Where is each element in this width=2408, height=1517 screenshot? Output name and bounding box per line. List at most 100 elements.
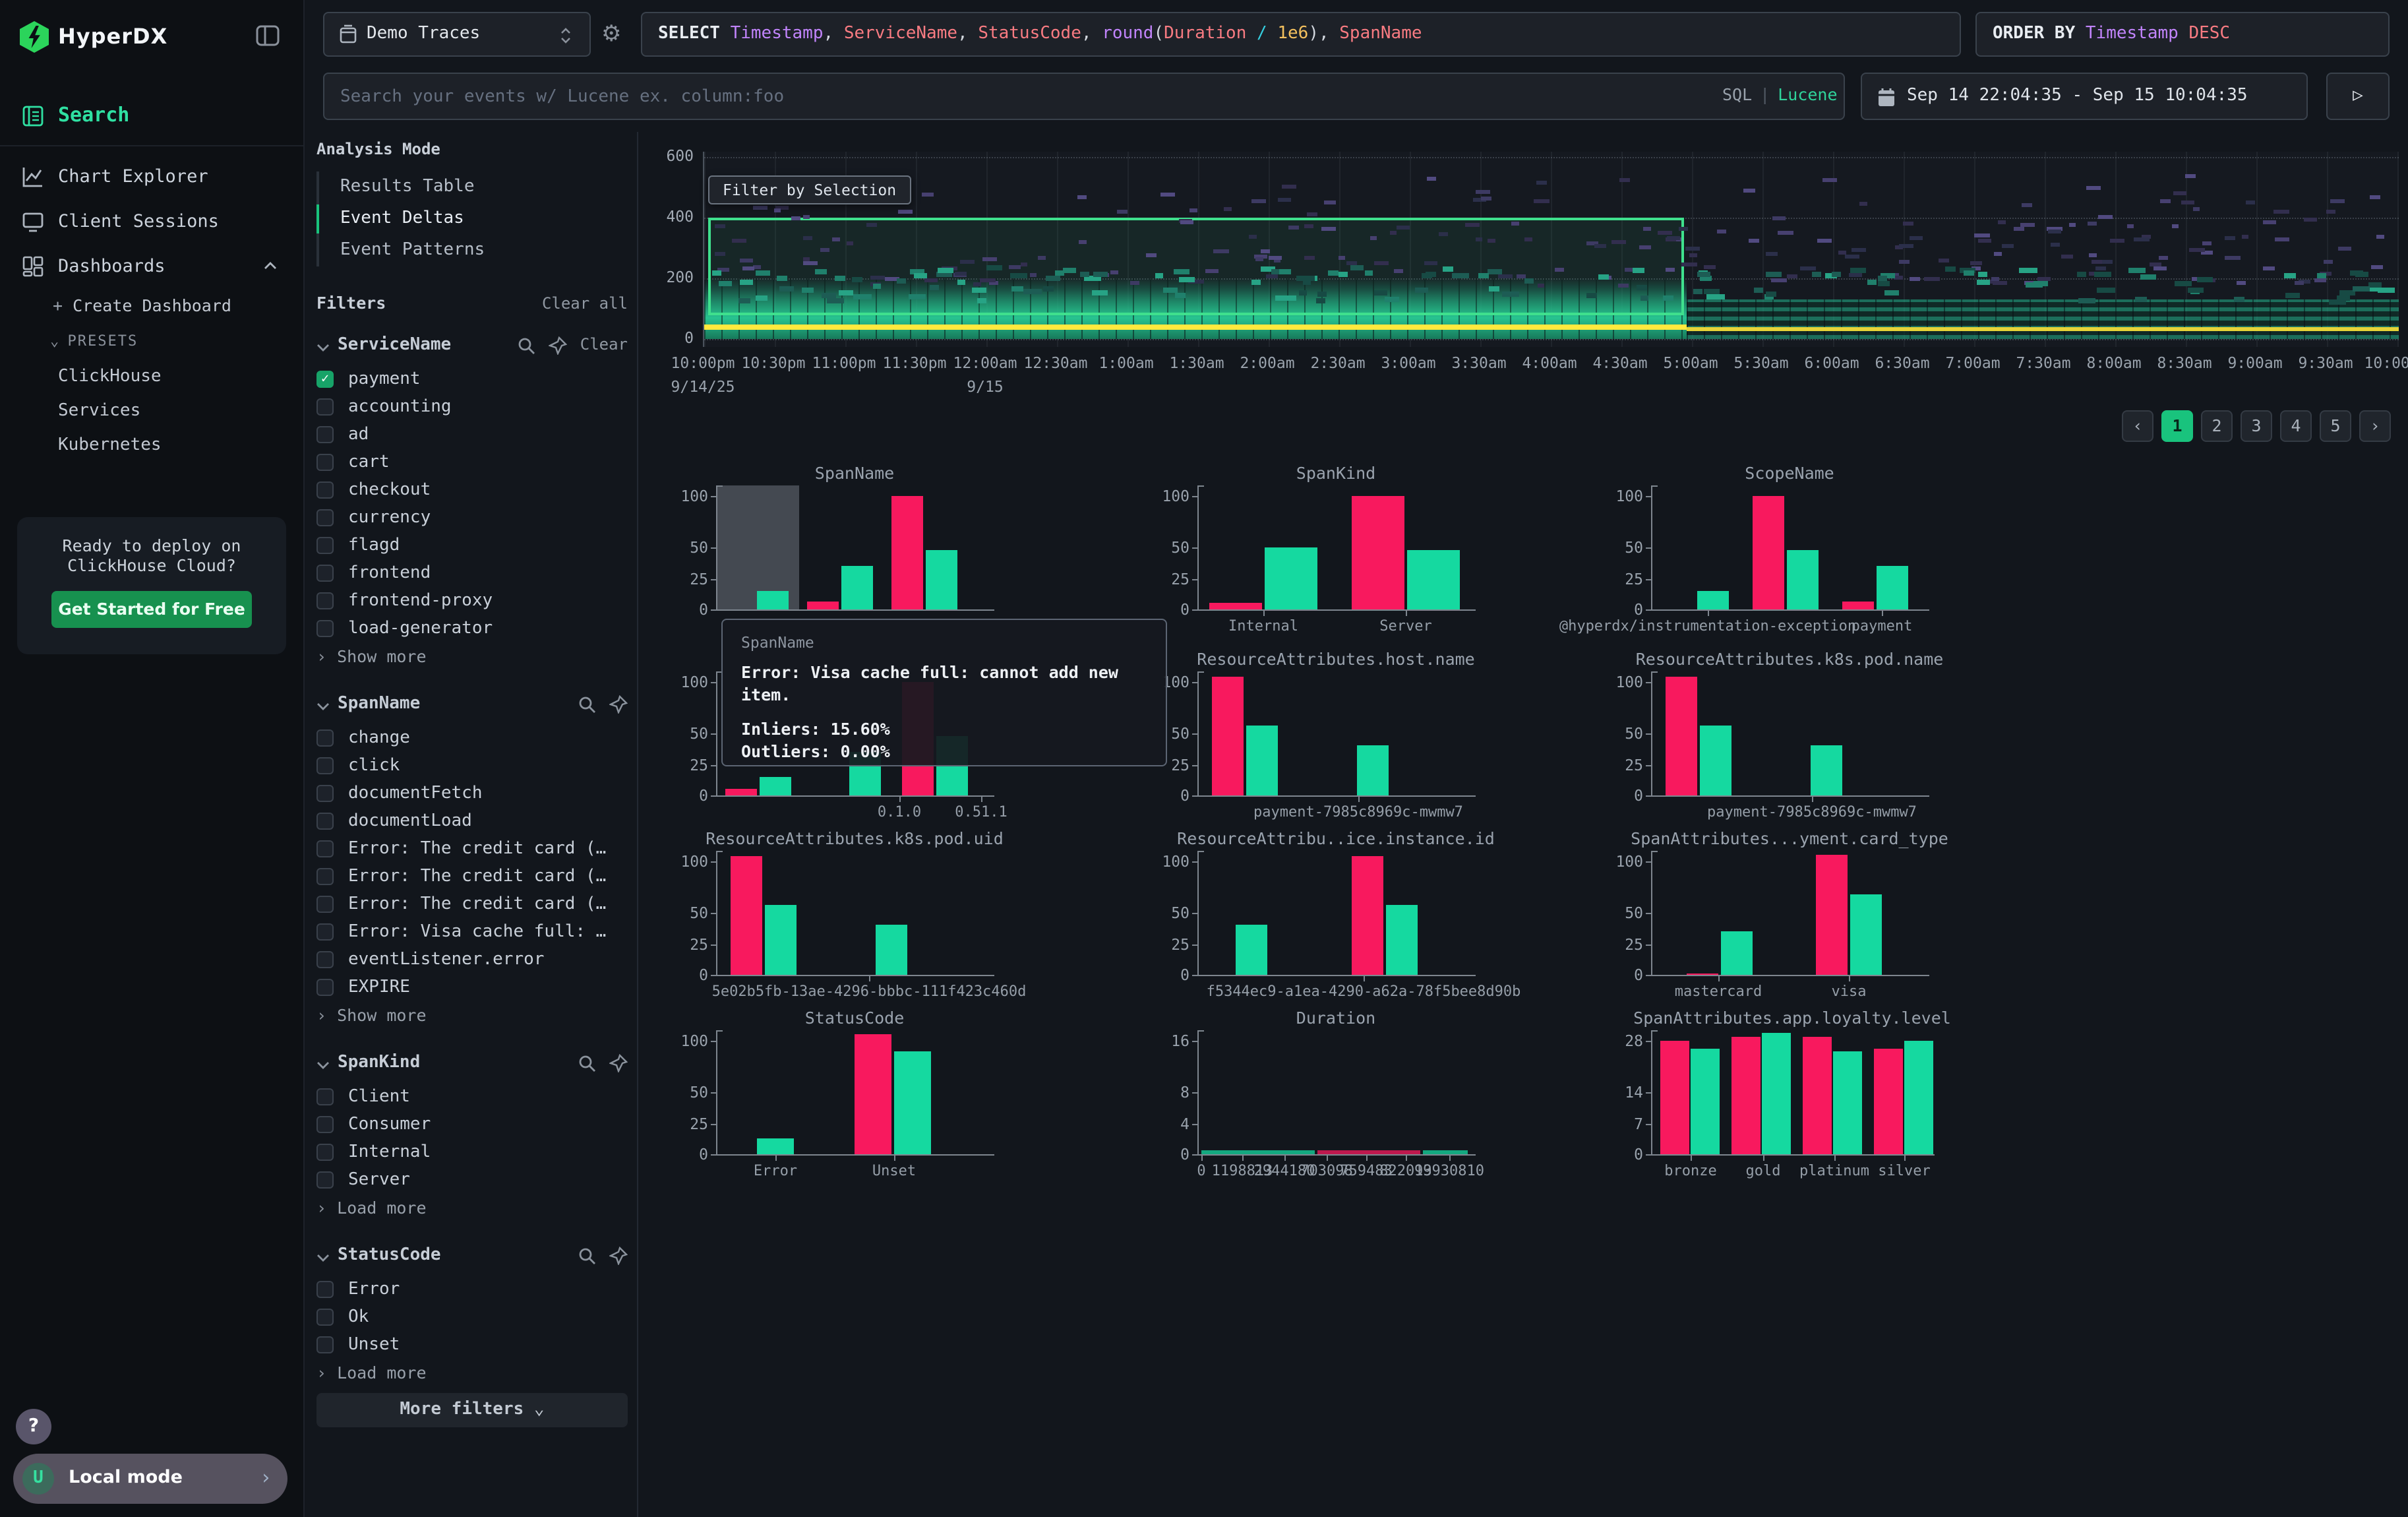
chevron-down-icon[interactable] — [316, 1049, 330, 1074]
filter-checkbox-row[interactable]: load-generator — [316, 615, 628, 642]
order-by-input[interactable]: ORDER BY Timestamp DESC — [1975, 12, 2390, 57]
checkbox-unchecked[interactable] — [316, 1309, 334, 1326]
checkbox-unchecked[interactable] — [316, 592, 334, 609]
clear-filter-button[interactable]: Clear — [580, 335, 628, 354]
bar-outliers[interactable] — [1803, 1037, 1832, 1154]
bar-inliers[interactable] — [1850, 894, 1882, 975]
checkbox-unchecked[interactable] — [316, 1281, 334, 1298]
gear-icon[interactable]: ⚙ — [601, 21, 622, 47]
filter-checkbox-row[interactable]: Error: Visa cache full: … — [316, 918, 628, 946]
bar-inliers[interactable] — [1386, 904, 1418, 975]
bar-inliers[interactable] — [1904, 1041, 1933, 1154]
show-more-button[interactable]: ›Load more — [316, 1359, 628, 1388]
filter-checkbox-row[interactable]: documentFetch — [316, 780, 628, 807]
checkbox-unchecked[interactable] — [316, 896, 334, 913]
bar-inliers[interactable] — [1762, 1033, 1791, 1154]
heatmap-selection-box[interactable] — [708, 218, 1684, 315]
show-more-button[interactable]: ›Show more — [316, 1001, 628, 1030]
filter-checkbox-row[interactable]: Ok — [316, 1303, 628, 1331]
page-button[interactable]: 5 — [2320, 410, 2351, 442]
analysis-mode-item[interactable]: Event Deltas — [319, 203, 628, 235]
page-next-button[interactable]: › — [2359, 410, 2391, 442]
checkbox-unchecked[interactable] — [316, 1171, 334, 1189]
bar-inliers[interactable] — [1697, 591, 1729, 609]
filter-checkbox-row[interactable]: Error: The credit card (… — [316, 890, 628, 918]
bar-outliers[interactable] — [1660, 1041, 1689, 1154]
bar-inliers[interactable] — [1691, 1048, 1720, 1154]
checkbox-unchecked[interactable] — [316, 1336, 334, 1353]
search-icon[interactable] — [517, 335, 535, 354]
sidebar-item-chart-explorer[interactable]: Chart Explorer — [0, 158, 303, 198]
show-more-button[interactable]: ›Load more — [316, 1194, 628, 1223]
bar-outliers[interactable] — [1842, 602, 1874, 609]
filter-checkbox-row[interactable]: Error: The credit card (… — [316, 863, 628, 890]
checkbox-unchecked[interactable] — [316, 481, 334, 499]
checkbox-unchecked[interactable] — [316, 813, 334, 830]
checkbox-unchecked[interactable] — [316, 951, 334, 968]
bar-inliers[interactable] — [1246, 725, 1278, 795]
analysis-mode-item[interactable]: Event Patterns — [319, 235, 628, 266]
bar-outliers[interactable] — [1666, 677, 1697, 795]
pin-icon[interactable] — [609, 1053, 628, 1071]
filter-checkbox-row[interactable]: click — [316, 752, 628, 780]
bar-inliers[interactable] — [1236, 925, 1267, 975]
checkbox-unchecked[interactable] — [316, 923, 334, 941]
bar-outliers[interactable] — [1753, 496, 1784, 609]
bar-inliers[interactable] — [1700, 725, 1731, 795]
checkbox-unchecked[interactable] — [316, 1116, 334, 1133]
checkbox-unchecked[interactable] — [316, 426, 334, 443]
bar-outliers[interactable] — [1352, 496, 1404, 609]
bar-inliers[interactable] — [1811, 746, 1842, 795]
filter-by-selection-button[interactable]: Filter by Selection — [708, 175, 911, 204]
bar-outliers[interactable] — [1209, 604, 1262, 609]
bar-inliers[interactable] — [760, 777, 791, 795]
bar-inliers[interactable] — [1787, 549, 1819, 609]
checkbox-unchecked[interactable] — [316, 979, 334, 996]
filter-checkbox-row[interactable]: checkout — [316, 476, 628, 504]
bar-outliers[interactable] — [1687, 974, 1718, 975]
sql-select-input[interactable]: SELECT Timestamp, ServiceName, StatusCod… — [641, 12, 1961, 57]
filter-checkbox-row[interactable]: frontend-proxy — [316, 587, 628, 615]
search-icon[interactable] — [578, 1245, 596, 1264]
pin-icon[interactable] — [549, 335, 567, 354]
filter-checkbox-row[interactable]: Unset — [316, 1331, 628, 1359]
bar-inliers[interactable] — [876, 925, 907, 975]
query-language-toggle[interactable]: SQL|Lucene — [1722, 84, 1838, 104]
chevron-down-icon[interactable] — [316, 691, 330, 716]
page-button[interactable]: 4 — [2280, 410, 2312, 442]
page-button[interactable]: 3 — [2241, 410, 2272, 442]
pin-icon[interactable] — [609, 1245, 628, 1264]
analysis-mode-item[interactable]: Results Table — [319, 171, 628, 203]
filter-checkbox-row[interactable]: Error: The credit card (… — [316, 835, 628, 863]
preset-item-services[interactable]: Services — [58, 401, 140, 421]
filter-checkbox-row[interactable]: eventListener.error — [316, 946, 628, 974]
checkbox-unchecked[interactable] — [316, 757, 334, 774]
bar-inliers[interactable] — [1265, 547, 1317, 609]
source-select[interactable]: Demo Traces — [323, 12, 591, 57]
checkbox-unchecked[interactable] — [316, 868, 334, 885]
bar-outliers[interactable] — [807, 602, 839, 609]
create-dashboard-button[interactable]: + Create Dashboard — [53, 295, 231, 315]
run-query-button[interactable]: ▷ — [2326, 73, 2390, 120]
bar-inliers[interactable] — [1833, 1052, 1862, 1154]
checkbox-unchecked[interactable] — [316, 509, 334, 526]
page-button[interactable]: 1 — [2161, 410, 2193, 442]
preset-item-clickhouse[interactable]: ClickHouse — [58, 367, 162, 387]
filter-checkbox-row[interactable]: flagd — [316, 532, 628, 559]
chevron-down-icon[interactable] — [316, 1242, 330, 1267]
checkbox-unchecked[interactable] — [316, 1144, 334, 1161]
bar-inliers[interactable] — [1357, 746, 1389, 795]
presets-toggle[interactable]: ⌄ PRESETS — [50, 332, 138, 350]
bar-inliers[interactable] — [926, 549, 957, 609]
preset-item-kubernetes[interactable]: Kubernetes — [58, 435, 162, 455]
page-button[interactable]: 2 — [2201, 410, 2233, 442]
bar-inliers[interactable] — [841, 566, 873, 609]
help-button[interactable]: ? — [16, 1409, 51, 1444]
filter-checkbox-row[interactable]: cart — [316, 449, 628, 476]
more-filters-button[interactable]: More filters ⌄ — [316, 1393, 628, 1427]
bar-outliers[interactable] — [1731, 1037, 1761, 1154]
lucene-toggle[interactable]: Lucene — [1778, 84, 1837, 104]
sidebar-item-client-sessions[interactable]: Client Sessions — [0, 203, 303, 243]
checkbox-unchecked[interactable] — [316, 565, 334, 582]
filter-checkbox-row[interactable]: currency — [316, 504, 628, 532]
